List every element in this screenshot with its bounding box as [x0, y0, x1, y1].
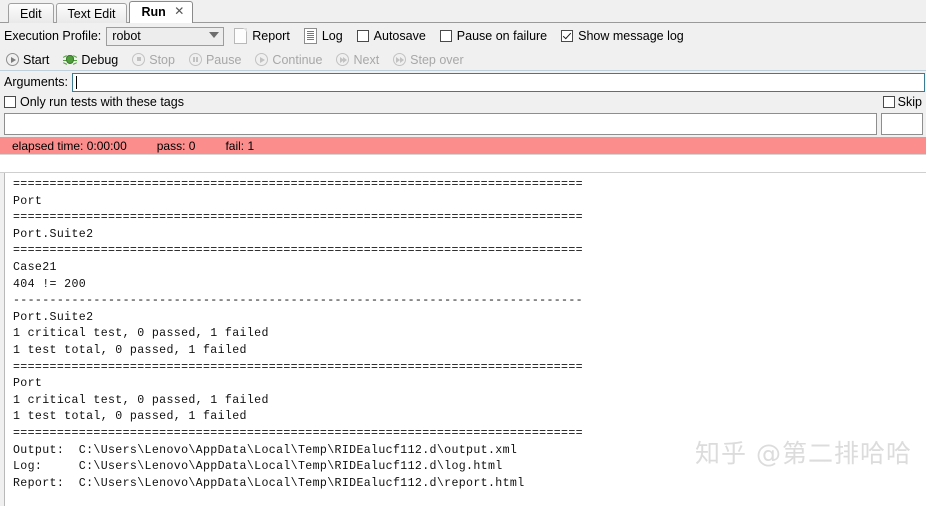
- step-over-circle-icon: [393, 53, 407, 66]
- pause-on-failure-checkbox[interactable]: Pause on failure: [439, 29, 548, 43]
- execution-toolbar: Execution Profile: robot Report Log Auto…: [0, 23, 926, 49]
- close-icon[interactable]: ✕: [174, 5, 185, 17]
- checkbox-checked-icon: [561, 30, 574, 42]
- report-button-label: Report: [252, 29, 290, 43]
- debug-button-label: Debug: [81, 52, 119, 67]
- text-caret: [75, 75, 77, 89]
- tags-fields-row: [0, 111, 926, 137]
- checkbox-icon: [356, 30, 369, 42]
- fail-count-status: fail: 1: [225, 138, 255, 153]
- include-tags-input[interactable]: [4, 113, 877, 135]
- play-circle-icon: [255, 53, 269, 66]
- next-button[interactable]: Next: [336, 53, 379, 67]
- status-bar: elapsed time: 0:00:00 pass: 0 fail: 1: [0, 137, 926, 155]
- next-button-label: Next: [353, 52, 380, 67]
- step-over-button[interactable]: Step over: [393, 53, 464, 67]
- run-output-pane[interactable]: ========================================…: [0, 172, 926, 506]
- log-button-label: Log: [321, 29, 343, 43]
- stop-circle-icon: [132, 53, 146, 66]
- elapsed-time-status: elapsed time: 0:00:00: [12, 138, 127, 153]
- autosave-checkbox[interactable]: Autosave: [356, 29, 426, 43]
- chevron-down-icon: [209, 31, 220, 38]
- autosave-label: Autosave: [373, 29, 426, 43]
- only-run-tests-with-tags-label: Only run tests with these tags: [20, 95, 184, 109]
- run-controls-toolbar: Start Debug Stop Pause Continue Next Ste…: [0, 49, 926, 71]
- only-run-tests-with-tags-checkbox[interactable]: Only run tests with these tags: [4, 95, 184, 109]
- start-button-label: Start: [23, 52, 50, 67]
- report-button[interactable]: Report: [234, 28, 290, 44]
- show-message-log-checkbox[interactable]: Show message log: [561, 29, 684, 43]
- debug-button[interactable]: Debug: [63, 53, 118, 67]
- document-icon: [234, 28, 248, 44]
- log-button[interactable]: Log: [303, 28, 343, 44]
- stop-button[interactable]: Stop: [132, 53, 175, 67]
- start-button[interactable]: Start: [6, 53, 49, 67]
- skip-tags-input[interactable]: [881, 113, 923, 135]
- execution-profile-label: Execution Profile:: [4, 29, 102, 43]
- tags-options-row: Only run tests with these tags Skip: [0, 93, 926, 111]
- bug-icon: [63, 53, 78, 66]
- execution-profile-value: robot: [112, 29, 141, 43]
- run-output-text: ========================================…: [13, 178, 583, 490]
- tab-run-label: Run: [141, 5, 166, 19]
- arguments-label: Arguments:: [4, 75, 68, 89]
- arguments-input[interactable]: [71, 72, 925, 92]
- next-circle-icon: [336, 53, 350, 66]
- show-message-log-label: Show message log: [578, 29, 684, 43]
- pause-button[interactable]: Pause: [188, 52, 242, 67]
- tab-text-edit[interactable]: Text Edit: [55, 3, 128, 23]
- skip-label: Skip: [897, 95, 922, 109]
- checkbox-icon: [882, 96, 895, 108]
- tab-edit-label: Edit: [20, 7, 42, 21]
- pause-circle-icon: [188, 53, 202, 66]
- checkbox-icon: [4, 96, 16, 108]
- continue-button-label: Continue: [272, 52, 323, 67]
- pause-on-failure-label: Pause on failure: [456, 29, 548, 43]
- play-circle-icon: [6, 53, 19, 66]
- arguments-row: Arguments:: [0, 71, 926, 93]
- tab-text-edit-label: Text Edit: [67, 7, 116, 21]
- stop-button-label: Stop: [149, 52, 175, 67]
- tab-edit[interactable]: Edit: [8, 3, 54, 23]
- pass-count-status: pass: 0: [156, 138, 196, 153]
- checkbox-icon: [439, 30, 452, 42]
- continue-button[interactable]: Continue: [255, 53, 322, 67]
- tab-run[interactable]: Run ✕: [129, 1, 193, 23]
- execution-profile-select[interactable]: robot: [106, 26, 225, 46]
- pause-button-label: Pause: [205, 52, 242, 67]
- step-over-button-label: Step over: [410, 52, 464, 67]
- document-lines-icon: [303, 28, 317, 44]
- tab-bar: Edit Text Edit Run ✕: [0, 0, 926, 23]
- skip-checkbox[interactable]: Skip: [882, 95, 922, 109]
